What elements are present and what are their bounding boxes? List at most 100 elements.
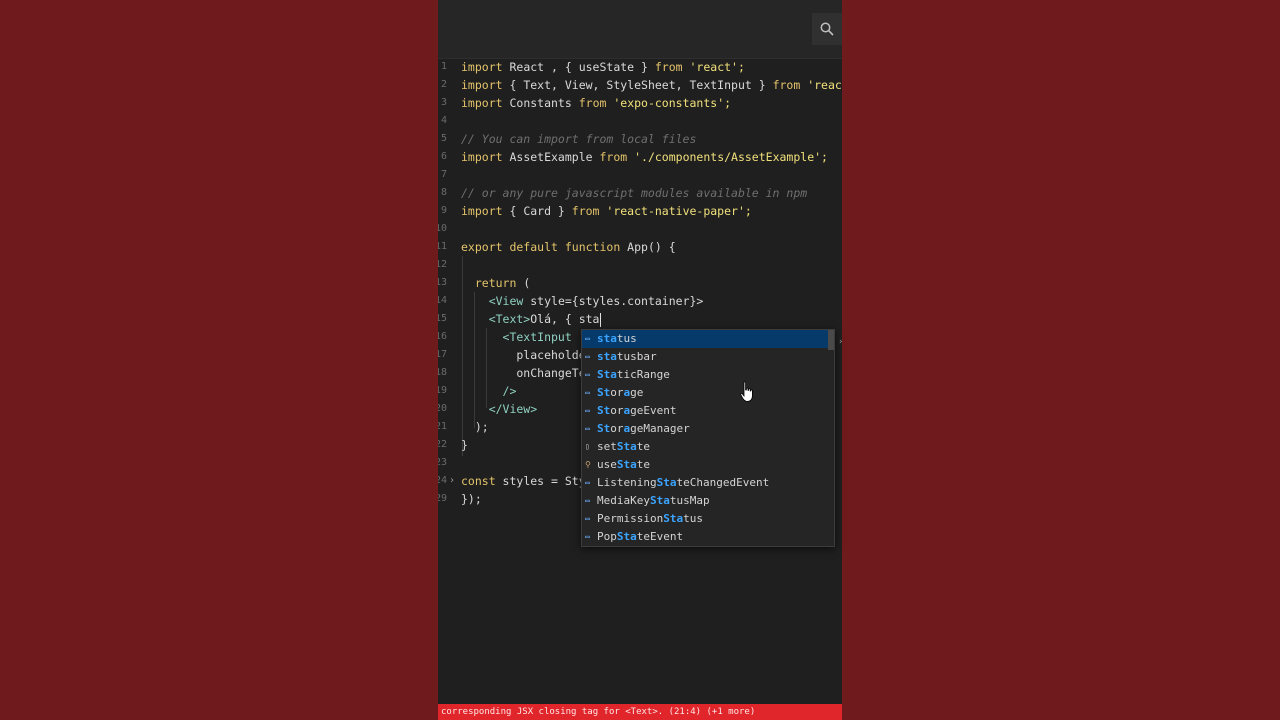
code-line[interactable]: 3 import Constants from 'expo-constants'; [438,94,842,112]
code-token: <TextInput [461,330,572,344]
code-token: onChangeText [461,366,600,380]
code-line[interactable]: 8 // or any pure javascript modules avail… [438,184,842,202]
suggestion-item[interactable]: ▭ MediaKey Sta tusMap [582,492,834,510]
search-icon [820,22,834,36]
code-line[interactable]: 4 [438,112,842,130]
code-token: import [461,78,510,92]
line-number: 12 [438,259,448,270]
code-token: <View [461,294,531,308]
suggestion-match: sta [597,350,617,363]
suggestion-label: tusMap [669,494,710,507]
suggestion-item[interactable]: ▭ Listening Sta teChangedEvent [582,474,834,492]
editor-toolbar [438,0,842,59]
suggestion-label: Permission [597,512,664,525]
suggestion-item[interactable]: ▭ sta tusbar [582,348,834,366]
code-text: import Constants from 'expo-constants'; [461,94,731,112]
suggestion-match: St [597,422,611,435]
suggestion-item[interactable]: ▭ St or a ge [582,384,834,402]
suggestion-item[interactable]: ▭ Permission Sta tus [582,510,834,528]
suggestion-label: set [597,440,617,453]
suggestion-match: a [623,404,631,417]
code-line[interactable]: 12 [438,256,842,274]
code-line[interactable]: 9 import { Card } from 'react-native-pape… [438,202,842,220]
line-number: 18 [438,367,448,378]
code-line[interactable]: 1 import React , { useState } from 'react… [438,58,842,76]
code-token: './components/AssetExample'; [634,150,828,164]
hand-pointer-icon [740,381,753,402]
suggestion-item[interactable]: ▭ St or a geManager [582,420,834,438]
suggest-scrollbar[interactable] [828,330,834,350]
suggest-details-chevron-icon[interactable]: › [838,337,843,347]
line-number: 15 [438,313,448,324]
line-number: 13 [438,277,448,288]
suggestion-item[interactable]: ▭ St or a geEvent [582,402,834,420]
line-number: 4 [440,115,447,126]
keyword-icon: ▭ [585,532,590,541]
suggestion-item[interactable]: ▯ set Sta te [582,438,834,456]
line-number: 10 [438,223,448,234]
suggestion-match: Sta [663,512,684,525]
suggestion-item[interactable]: ▭ Sta ticRange [582,366,834,384]
suggestion-item[interactable]: ▭ Pop Sta teEvent [582,528,834,546]
code-line[interactable]: 6 import AssetExample from './components/… [438,148,842,166]
code-text: import React , { useState } from 'react'… [461,58,745,76]
code-text: const styles = Style [461,472,599,490]
suggestion-match: a [623,386,631,399]
suggestion-match: Sta [649,494,670,507]
suggestion-item[interactable]: ▭ sta tus [582,330,834,348]
code-line[interactable]: 5 // You can import from local files [438,130,842,148]
suggestion-match: St [597,386,611,399]
suggestion-match: Sta [597,368,617,381]
code-token: import [461,150,510,164]
code-token: ( [523,276,531,290]
code-line[interactable]: 15 <Text>Olá, { sta [438,310,842,328]
suggestion-item[interactable]: ⚲ use Sta te [582,456,834,474]
code-line[interactable]: 14 <View style={styles.container}> [438,292,842,310]
code-token: /> [461,384,517,398]
code-text: <View style={styles.container}> [461,292,704,310]
line-number: 1 [440,61,447,72]
suggestion-label: Listening [597,476,657,489]
code-token: }); [461,492,482,506]
line-number: 23 [438,457,448,468]
suggestion-label: teEvent [636,530,684,543]
suggestion-label: Pop [597,530,617,543]
suggestion-label: ge [630,386,644,399]
code-token: 'react-native' [807,78,842,92]
code-text: return ( [461,274,530,292]
code-text: onChangeText [461,364,599,382]
line-number: 2 [440,79,447,90]
line-number: 6 [440,151,447,162]
code-token: ); [461,420,489,434]
code-token: import [461,204,510,218]
suggestion-match: Sta [616,458,637,471]
line-number: 21 [438,421,448,432]
suggestion-match: Sta [616,440,637,453]
code-line[interactable]: 13 return ( [438,274,842,292]
code-text: </View> [461,400,537,418]
code-line[interactable]: 11 export default function App() { [438,238,842,256]
code-line[interactable]: 10 [438,220,842,238]
keyword-icon: ▭ [585,496,590,505]
code-token: placeholder= [461,348,600,362]
code-token: 'react'; [689,60,745,74]
code-line[interactable]: 2 import { Text, View, StyleSheet, TextIn… [438,76,842,94]
error-statusbar[interactable]: corresponding JSX closing tag for <Text>… [438,704,842,720]
code-token: } [461,438,468,452]
suggestion-label: or [610,422,624,435]
suggestion-label: or [610,386,624,399]
line-number: 22 [438,439,448,450]
suggestion-match: Sta [656,476,677,489]
code-token: from [578,96,614,110]
line-number: 14 [438,295,448,306]
suggestion-label: tusbar [616,350,657,363]
search-button[interactable] [812,13,842,45]
function-icon: ▯ [585,442,590,451]
suggestion-label: or [610,404,624,417]
autocomplete-suggestions[interactable]: ▭ sta tus ▭ sta tusbar ▭ Sta ticRange ▭ St or a ge ▭ St… [581,329,835,547]
fold-chevron-icon[interactable]: › [449,472,455,490]
code-token: import [461,60,510,74]
code-text: export default function App() { [461,238,676,256]
suggestion-match: Sta [616,530,637,543]
code-line[interactable]: 7 [438,166,842,184]
